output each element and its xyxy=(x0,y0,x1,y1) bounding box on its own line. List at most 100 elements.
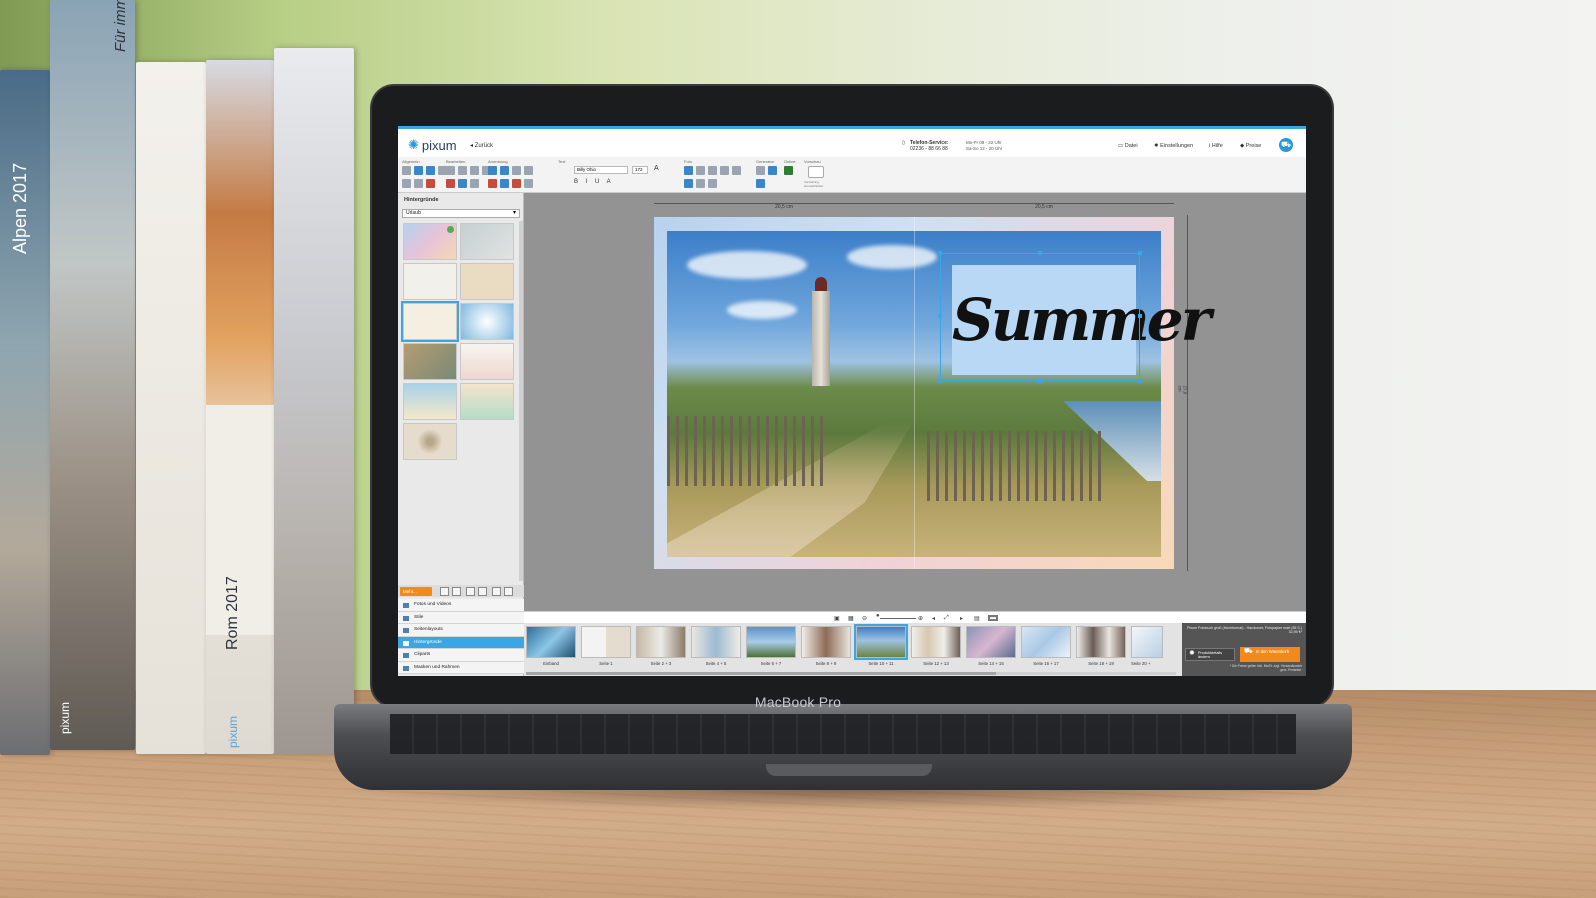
text-format-buttons[interactable]: B I U A xyxy=(574,179,614,185)
folder-icon[interactable] xyxy=(414,166,423,175)
book-spread[interactable]: Summer xyxy=(654,217,1211,569)
preview-icon[interactable] xyxy=(808,166,824,178)
online-icon[interactable] xyxy=(784,166,793,175)
page-thumb[interactable]: Seite 18 + 19 xyxy=(1076,626,1126,666)
front-icon[interactable] xyxy=(512,179,521,188)
page-thumb[interactable]: Seite 14 + 15 xyxy=(966,626,1016,666)
page-thumb[interactable]: Seite 20 + xyxy=(1131,626,1181,666)
background-thumb[interactable] xyxy=(403,343,457,380)
resize-handle[interactable] xyxy=(1038,379,1042,383)
background-thumb[interactable] xyxy=(403,423,457,460)
remove-photo-icon[interactable] xyxy=(452,587,461,596)
background-thumb[interactable] xyxy=(403,383,457,420)
group-icon[interactable] xyxy=(500,179,509,188)
page-thumb[interactable]: Seite 2 + 3 xyxy=(636,626,686,666)
layer-icon[interactable] xyxy=(512,166,521,175)
photo-filter-icon[interactable] xyxy=(720,166,729,175)
layout-icon[interactable] xyxy=(756,179,765,188)
more-button[interactable]: Mehr... xyxy=(400,587,432,596)
align-icon[interactable] xyxy=(488,166,497,175)
zoom-out-icon[interactable]: ⊖ xyxy=(862,615,867,622)
nav-layouts[interactable]: Seitenlayouts xyxy=(398,624,524,637)
view-icon[interactable] xyxy=(466,587,475,596)
page-thumb[interactable]: Einband xyxy=(526,626,576,666)
resize-handle[interactable] xyxy=(938,379,942,383)
cart-icon[interactable]: ⛟ xyxy=(1279,138,1293,152)
font-select[interactable]: Billy Ohio xyxy=(574,166,628,174)
page-settings-icon[interactable]: ▤ xyxy=(974,615,980,622)
page-thumb[interactable]: Seite 8 + 9 xyxy=(801,626,851,666)
crop-icon[interactable] xyxy=(414,179,423,188)
brush-icon[interactable] xyxy=(446,179,455,188)
menu-help[interactable]: i Hilfe xyxy=(1209,143,1223,149)
background-thumb[interactable] xyxy=(401,301,459,342)
redo-icon[interactable] xyxy=(458,166,467,175)
zoom-slider-knob[interactable]: ● xyxy=(876,613,880,619)
generator-icon[interactable] xyxy=(756,166,765,175)
undo-icon[interactable] xyxy=(446,166,455,175)
font-grow-icon[interactable]: A xyxy=(654,165,659,172)
image-icon[interactable] xyxy=(426,166,435,175)
page-thumb-active[interactable]: Seite 10 + 11 xyxy=(854,624,908,666)
add-to-cart-button[interactable]: ⛟ In den Warenkorb xyxy=(1240,647,1300,662)
resize-handle[interactable] xyxy=(938,314,942,318)
page-thumb[interactable]: Seite 12 + 13 xyxy=(911,626,961,666)
add-photo-icon[interactable] xyxy=(440,587,449,596)
panel-scrollbar[interactable] xyxy=(519,221,523,581)
photo-icon[interactable] xyxy=(684,166,693,175)
nav-styles[interactable]: Stile xyxy=(398,611,524,624)
zoom-in-icon[interactable]: ⊕ xyxy=(918,615,923,622)
rotate-icon[interactable] xyxy=(500,166,509,175)
nav-photos-videos[interactable]: Fotos und Videos xyxy=(398,599,524,612)
resize-handle[interactable] xyxy=(1138,379,1142,383)
fit-screen-icon[interactable]: ⤢ xyxy=(944,615,949,622)
page-thumb[interactable]: Seite 16 + 17 xyxy=(1021,626,1071,666)
nav-masks-frames[interactable]: Masken und Rahmen xyxy=(398,661,524,674)
flip-icon[interactable] xyxy=(488,179,497,188)
settings-icon[interactable] xyxy=(402,179,411,188)
layer-down-icon[interactable] xyxy=(524,166,533,175)
grid-view-icon[interactable]: ▦ xyxy=(848,615,854,622)
nav-backgrounds[interactable]: Hintergründe xyxy=(398,636,524,649)
logo[interactable]: ✺ pixum xyxy=(408,137,457,153)
photo-mask-icon[interactable] xyxy=(696,179,705,188)
background-thumb[interactable] xyxy=(460,303,514,340)
font-size-select[interactable]: 172 xyxy=(632,166,648,174)
background-thumb[interactable] xyxy=(460,223,514,260)
background-thumb[interactable] xyxy=(460,263,514,300)
single-view-icon[interactable]: ▣ xyxy=(834,615,840,622)
strip-scrollbar[interactable] xyxy=(526,672,1176,675)
background-thumb[interactable] xyxy=(460,343,514,380)
cut-icon[interactable] xyxy=(470,166,479,175)
background-thumb[interactable] xyxy=(403,223,457,260)
page-thumb[interactable]: Seite 1 xyxy=(581,626,631,666)
menu-prices[interactable]: ◆ Preise xyxy=(1240,143,1261,149)
duplicate-icon[interactable] xyxy=(470,179,479,188)
next-page-icon[interactable]: ▸ xyxy=(960,615,963,622)
paste-icon[interactable] xyxy=(458,179,467,188)
page-thumb[interactable]: Seite 6 + 7 xyxy=(746,626,796,666)
resize-handle[interactable] xyxy=(938,251,942,255)
photo-crop-icon[interactable] xyxy=(708,166,717,175)
zoom-slider[interactable] xyxy=(880,618,916,619)
autofill-icon[interactable] xyxy=(768,166,777,175)
photo-edit-icon[interactable] xyxy=(696,166,705,175)
photo-fx-icon[interactable] xyxy=(732,166,741,175)
menu-settings[interactable]: ✹ Einstellungen xyxy=(1154,143,1193,149)
save-icon[interactable] xyxy=(402,166,411,175)
photo-frame-icon[interactable] xyxy=(684,179,693,188)
nav-cliparts[interactable]: Cliparts xyxy=(398,649,524,662)
product-details-button[interactable]: ✹ Produktdetails ändern xyxy=(1185,648,1235,661)
view-list-icon[interactable] xyxy=(492,587,501,596)
fullscreen-icon[interactable]: ▬ xyxy=(988,615,998,621)
resize-handle[interactable] xyxy=(1038,251,1042,255)
more-icon[interactable] xyxy=(524,179,533,188)
prev-page-icon[interactable]: ◂ xyxy=(932,615,935,622)
view-large-icon[interactable] xyxy=(504,587,513,596)
background-thumb[interactable] xyxy=(403,263,457,300)
tools-icon[interactable] xyxy=(426,179,435,188)
menu-file[interactable]: ▭ Datei xyxy=(1118,143,1138,149)
category-select[interactable]: Urlaub xyxy=(402,209,520,218)
background-thumb[interactable] xyxy=(460,383,514,420)
photo-shadow-icon[interactable] xyxy=(708,179,717,188)
